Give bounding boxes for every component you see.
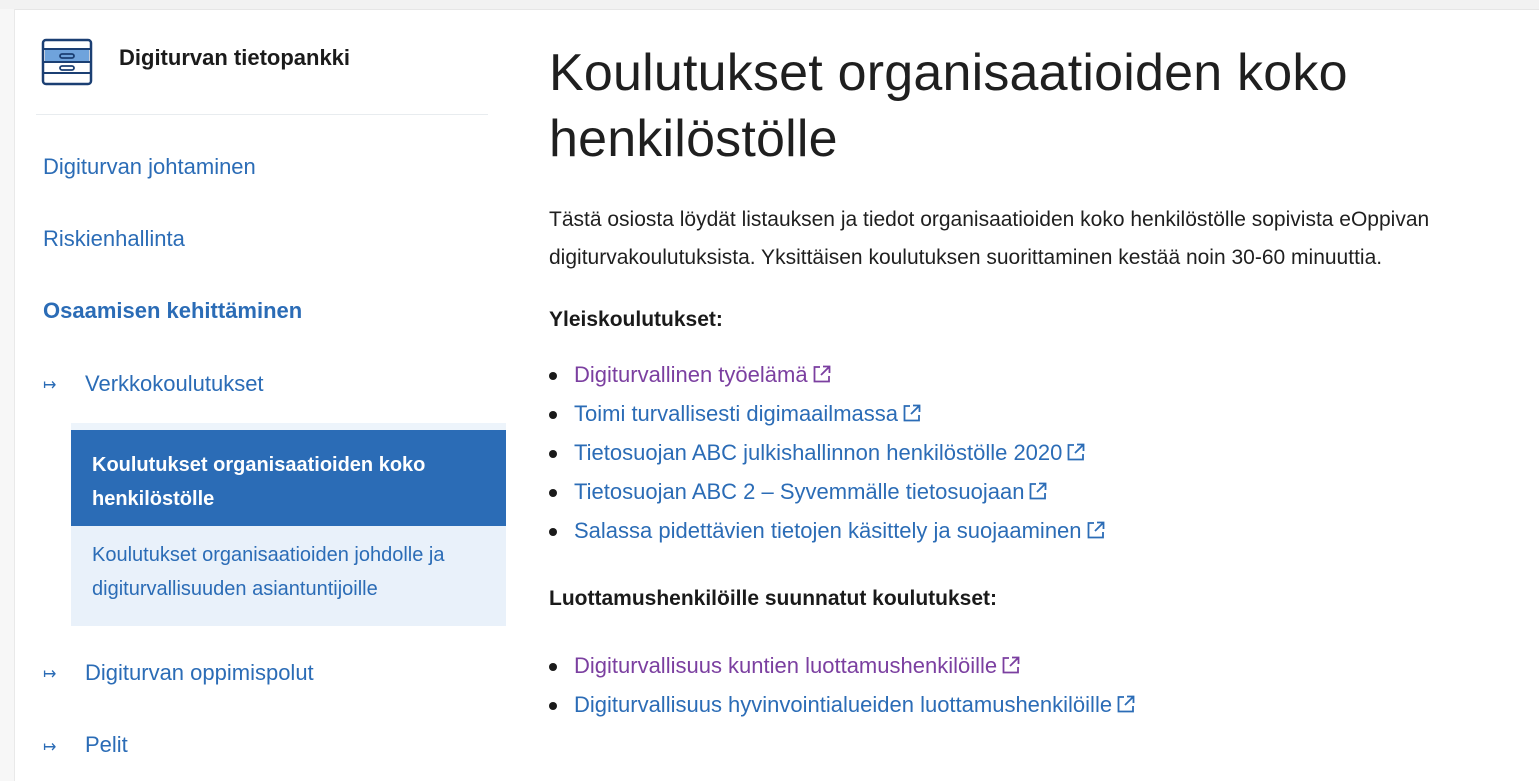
bullet <box>549 372 557 380</box>
page-title: Koulutukset organisaatioiden koko henkil… <box>549 44 1348 168</box>
course-link[interactable]: Salassa pidettävien tietojen käsittely j… <box>574 518 1106 543</box>
bullet <box>549 528 557 536</box>
list-item: Tietosuojan ABC julkishallinnon henkilös… <box>549 434 1519 473</box>
subnav-item-johto-asiantuntijat[interactable]: Koulutukset organisaatioiden johdolle ja… <box>71 526 506 626</box>
arrow-right-icon: ↦ <box>43 377 57 394</box>
external-link-icon <box>1086 514 1106 551</box>
arrow-right-icon: ↦ <box>43 666 57 683</box>
subnav-item-koko-henkilosto[interactable]: Koulutukset organisaatioiden koko henkil… <box>71 430 506 526</box>
sidebar-item-digiturvan-johtaminen[interactable]: Digiturvan johtaminen <box>43 154 256 180</box>
bullet <box>549 411 557 419</box>
divider <box>36 114 488 115</box>
browser-top-edge <box>0 0 1539 10</box>
course-link[interactable]: Digiturvallisuus kuntien luottamushenkil… <box>574 653 1021 678</box>
external-link-icon <box>1066 436 1086 473</box>
course-link[interactable]: Digiturvallisuus hyvinvointialueiden luo… <box>574 692 1136 717</box>
brand-title: Digiturvan tietopankki <box>119 45 351 70</box>
sidebar-item-osaamisen-kehittaminen[interactable]: Osaamisen kehittäminen <box>43 298 302 324</box>
list-item: Tietosuojan ABC 2 – Syvemmälle tietosuoj… <box>549 473 1519 512</box>
intro-paragraph: Tästä osiosta löydät listauksen ja tiedo… <box>549 208 1430 269</box>
course-link[interactable]: Toimi turvallisesti digimaailmassa <box>574 401 922 426</box>
section-heading-yleiskoulutukset: Yleiskoulutukset: <box>549 308 723 331</box>
sidebar-item-pelit[interactable]: Pelit <box>85 732 128 758</box>
link-list-yleiskoulutukset: Digiturvallinen työelämä Toimi turvallis… <box>549 356 1519 551</box>
external-link-icon <box>902 397 922 434</box>
sidebar-nav: Digiturvan tietopankki Digiturvan johtam… <box>14 10 514 781</box>
list-item: Digiturvallinen työelämä <box>549 356 1519 395</box>
bullet <box>549 663 557 671</box>
external-link-icon <box>1116 688 1136 725</box>
sidebar-item-digiturvan-oppimispolut[interactable]: Digiturvan oppimispolut <box>85 660 314 686</box>
course-link[interactable]: Digiturvallinen työelämä <box>574 362 832 387</box>
list-item: Digiturvallisuus kuntien luottamushenkil… <box>549 647 1519 686</box>
subnav-top-spacer <box>71 423 506 430</box>
link-list-luottamushenkilot: Digiturvallisuus kuntien luottamushenkil… <box>549 647 1519 725</box>
bullet <box>549 450 557 458</box>
arrow-right-icon: ↦ <box>43 739 57 756</box>
bullet <box>549 702 557 710</box>
drawer-cabinet-icon <box>41 38 93 86</box>
course-link[interactable]: Tietosuojan ABC julkishallinnon henkilös… <box>574 440 1086 465</box>
external-link-icon <box>1028 475 1048 512</box>
sidebar-item-riskienhallinta[interactable]: Riskienhallinta <box>43 226 185 252</box>
sidebar-item-verkkokoulutukset[interactable]: Verkkokoulutukset <box>85 371 264 397</box>
list-item: Salassa pidettävien tietojen käsittely j… <box>549 512 1519 551</box>
course-link[interactable]: Tietosuojan ABC 2 – Syvemmälle tietosuoj… <box>574 479 1048 504</box>
list-item: Toimi turvallisesti digimaailmassa <box>549 395 1519 434</box>
external-link-icon <box>812 358 832 395</box>
section-heading-luottamushenkilot: Luottamushenkilöille suunnatut koulutuks… <box>549 587 998 610</box>
external-link-icon <box>1001 649 1021 686</box>
brand[interactable]: Digiturvan tietopankki <box>41 38 350 86</box>
bullet <box>549 489 557 497</box>
browser-left-edge <box>0 9 15 781</box>
main-content: Koulutukset organisaatioiden koko henkil… <box>549 40 1519 725</box>
list-item: Digiturvallisuus hyvinvointialueiden luo… <box>549 686 1519 725</box>
